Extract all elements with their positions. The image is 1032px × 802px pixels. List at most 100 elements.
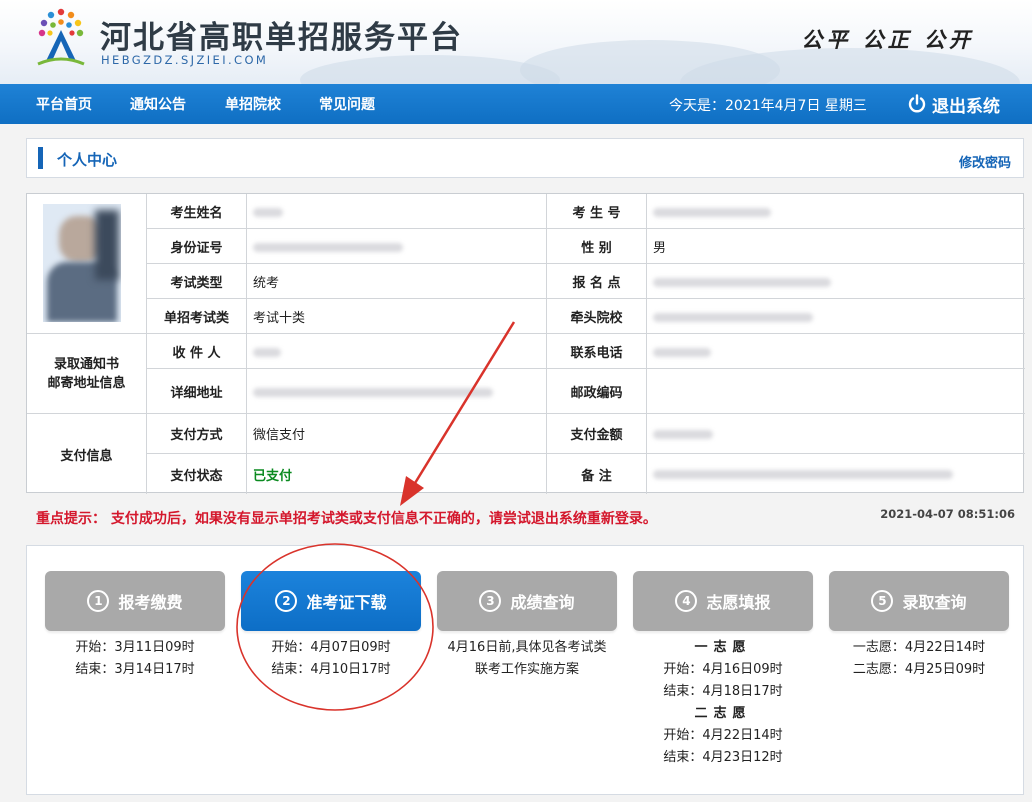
nav-notices[interactable]: 通知公告 <box>130 94 186 114</box>
field-label-text: 支付状态 <box>170 468 223 484</box>
step-5-schedule: 一志愿：4月22日14时 二志愿：4月25日09时 <box>829 637 1009 681</box>
schedule-line: 结束：4月23日12时 <box>663 750 783 765</box>
step-3-schedule: 4月16日前,具体见各考试类 联考工作实施方案 <box>427 637 627 681</box>
field-label: 支付金额 <box>547 414 647 454</box>
redacted-value <box>653 312 813 322</box>
schedule-line: 结束：4月10日17时 <box>271 662 391 677</box>
power-icon <box>908 94 926 113</box>
photo-cell <box>27 194 147 334</box>
step-label: 志愿填报 <box>706 593 771 612</box>
field-value <box>647 264 1025 299</box>
mail-section-line1: 录取通知书 <box>53 356 119 372</box>
redacted-value <box>653 430 713 439</box>
field-label-text: 牵头院校 <box>570 310 623 326</box>
important-notice: 重点提示： 支付成功后，如果没有显示单招考试类或支付信息不正确的，请尝试退出系统… <box>36 511 657 527</box>
step-number: 1 <box>87 590 110 612</box>
redacted-value <box>653 470 953 479</box>
candidate-info-table: 录取通知书 邮寄地址信息 支付信息 考生姓名 考 生 号身份证号 性 别 男考试类型 统… <box>26 193 1025 494</box>
schedule-heading: 一志愿 <box>694 640 752 655</box>
field-label: 牵头院校 <box>547 299 647 334</box>
field-value <box>647 369 1025 414</box>
redacted-value <box>253 387 493 397</box>
step-number: 3 <box>479 590 502 612</box>
field-label: 备 注 <box>547 454 647 494</box>
field-label: 身份证号 <box>147 229 247 264</box>
field-label: 详细地址 <box>147 369 247 414</box>
field-value <box>647 454 1025 494</box>
nav-faq[interactable]: 常见问题 <box>319 94 375 114</box>
step-1-schedule: 开始：3月11日09时 结束：3月14日17时 <box>45 637 225 681</box>
field-label-text: 报 名 点 <box>572 275 621 291</box>
field-label-text: 考生姓名 <box>170 205 223 221</box>
schedule-line: 结束：4月18日17时 <box>663 684 783 699</box>
schedule-line: 二志愿：4月25日09时 <box>852 662 986 677</box>
field-value: 男 <box>647 229 1025 264</box>
step-label: 成绩查询 <box>510 593 575 612</box>
mail-section-label: 录取通知书 邮寄地址信息 <box>27 334 147 414</box>
schedule-line: 开始：4月22日14时 <box>663 728 783 743</box>
notice-timestamp: 2021-04-07 08:51:06 <box>880 507 1015 521</box>
step-label: 准考证下载 <box>306 593 387 612</box>
step-score-query[interactable]: 3 成绩查询 <box>437 571 617 631</box>
step-number: 5 <box>871 590 894 612</box>
step-2-schedule: 开始：4月07日09时 结束：4月10日17时 <box>241 637 421 681</box>
redacted-value <box>253 207 283 217</box>
redacted-value <box>253 242 403 252</box>
field-label-text: 邮政编码 <box>570 385 623 401</box>
field-value: 统考 <box>247 264 547 299</box>
nav-colleges[interactable]: 单招院校 <box>225 94 281 114</box>
field-value <box>247 369 547 414</box>
field-label: 性 别 <box>547 229 647 264</box>
step-admission-query[interactable]: 5 录取查询 <box>829 571 1009 631</box>
redacted-value <box>653 347 711 357</box>
schedule-line: 开始：3月11日09时 <box>75 640 195 655</box>
field-value-text: 微信支付 <box>253 428 306 443</box>
field-value <box>247 334 547 369</box>
field-label: 收 件 人 <box>147 334 247 369</box>
schedule-line: 一志愿：4月22日14时 <box>852 640 986 655</box>
field-label: 考 生 号 <box>547 194 647 229</box>
step-admission-ticket[interactable]: 2 准考证下载 <box>241 571 421 631</box>
field-label-text: 联系电话 <box>570 345 623 361</box>
nav-home[interactable]: 平台首页 <box>36 94 92 114</box>
step-number: 4 <box>675 590 698 612</box>
site-domain: HEBGZDZ.SJZIEI.COM <box>101 53 269 67</box>
step-preferences[interactable]: 4 志愿填报 <box>633 571 813 631</box>
logout-button[interactable]: 退出系统 <box>907 90 1000 118</box>
site-title: 河北省高职单招服务平台 <box>100 20 463 56</box>
section-marker <box>38 147 43 169</box>
field-label-text: 单招考试类 <box>163 310 229 326</box>
field-value <box>647 414 1025 454</box>
field-label: 支付方式 <box>147 414 247 454</box>
field-value <box>247 229 547 264</box>
page-title: 个人中心 <box>57 151 118 169</box>
field-label: 邮政编码 <box>547 369 647 414</box>
field-value: 考试十类 <box>247 299 547 334</box>
field-value: 已支付 <box>247 454 547 494</box>
today-date: 今天是：2021年4月7日 星期三 <box>669 98 867 114</box>
field-value-text: 考试十类 <box>253 310 306 326</box>
field-value-text: 统考 <box>253 275 280 291</box>
step-4-schedule: 一志愿 开始：4月16日09时 结束：4月18日17时 二志愿 开始：4月22日… <box>633 637 813 769</box>
field-value <box>647 334 1025 369</box>
schedule-line: 开始：4月07日09时 <box>271 640 391 655</box>
field-value-text: 已支付 <box>253 468 293 484</box>
field-label: 报 名 点 <box>547 264 647 299</box>
field-value <box>647 194 1025 229</box>
step-label: 报考缴费 <box>118 593 183 612</box>
change-password-link[interactable]: 修改密码 <box>959 152 1011 171</box>
personal-center-bar: 个人中心 修改密码 <box>26 138 1024 178</box>
schedule-heading: 二志愿 <box>694 706 752 721</box>
field-label-text: 支付金额 <box>570 428 623 443</box>
field-label: 考试类型 <box>147 264 247 299</box>
field-label-text: 备 注 <box>581 468 612 484</box>
field-value: 微信支付 <box>247 414 547 454</box>
step-apply-pay[interactable]: 1 报考缴费 <box>45 571 225 631</box>
redacted-value <box>653 207 771 217</box>
site-logo <box>37 8 85 66</box>
field-label-text: 详细地址 <box>170 385 223 401</box>
schedule-line: 开始：4月16日09时 <box>663 662 783 677</box>
field-label-text: 支付方式 <box>170 428 223 443</box>
field-label-text: 性 别 <box>581 240 612 256</box>
field-label-text: 身份证号 <box>170 240 223 256</box>
